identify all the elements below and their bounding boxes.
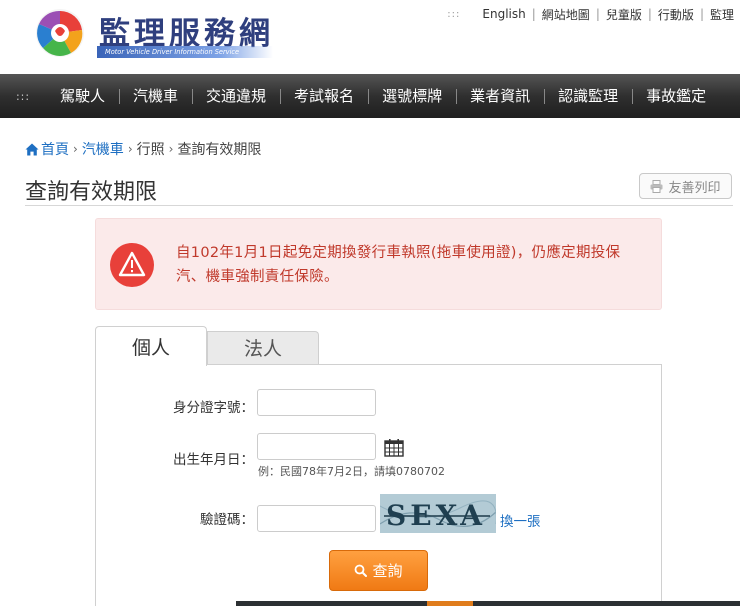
toplink-english[interactable]: English xyxy=(476,7,531,21)
top-links: ::: English | 網站地圖 | 兒童版 | 行動版 | 監理 xyxy=(447,6,740,22)
breadcrumb-separator: › xyxy=(168,142,174,156)
breadcrumb-vehicle[interactable]: 汽機車 xyxy=(82,139,124,159)
print-button-label: 友善列印 xyxy=(668,180,721,196)
toplink-sitemap[interactable]: 網站地圖 xyxy=(536,6,596,23)
nav-item-about[interactable]: 認識監理 xyxy=(544,74,632,118)
nav-item-vehicle[interactable]: 汽機車 xyxy=(119,74,192,118)
print-button[interactable]: 友善列印 xyxy=(639,173,732,199)
nav-item-violation[interactable]: 交通違規 xyxy=(192,74,280,118)
footer-accent xyxy=(427,601,473,606)
breadcrumb-home[interactable]: 首頁 xyxy=(41,139,69,159)
toplink-mobile[interactable]: 行動版 xyxy=(652,6,700,23)
printer-icon xyxy=(650,179,663,193)
toplink-kids[interactable]: 兒童版 xyxy=(600,6,648,23)
breadcrumb-separator: › xyxy=(73,142,78,156)
id-number-input[interactable] xyxy=(257,389,376,416)
main-nav: ::: 駕駛人 汽機車 交通違規 考試報名 選號標牌 業者資訊 認識監理 事故鑑… xyxy=(0,74,740,118)
tab-individual[interactable]: 個人 xyxy=(95,326,207,366)
logo-mark-icon xyxy=(36,9,84,57)
birth-date-label: 出生年月日： xyxy=(173,452,254,468)
captcha-image: SEXA xyxy=(380,494,496,533)
alert-text: 自102年1月1日起免定期換發行車執照(拖車使用證)，仍應定期投保汽、機車強制責… xyxy=(176,245,621,285)
captcha-text: SEXA xyxy=(386,499,486,532)
nav-item-business[interactable]: 業者資訊 xyxy=(456,74,544,118)
birth-date-input[interactable] xyxy=(257,433,376,460)
breadcrumb-separator: › xyxy=(127,142,133,156)
breadcrumb-license: 行照 xyxy=(136,142,165,158)
tab-corporate[interactable]: 法人 xyxy=(207,331,319,365)
warning-icon xyxy=(110,243,154,287)
title-divider xyxy=(25,205,733,206)
home-icon xyxy=(25,143,39,155)
footer-bar xyxy=(236,601,740,606)
site-header: 監理服務網 Motor Vehicle Driver Information S… xyxy=(0,0,740,74)
query-button-label: 查詢 xyxy=(372,562,403,580)
breadcrumb-current: 查詢有效期限 xyxy=(177,142,262,158)
toplink-more[interactable]: 監理 xyxy=(704,6,740,23)
logo-subtitle: Motor Vehicle Driver Information Service xyxy=(97,46,273,58)
notice-alert: 自102年1月1日起免定期換發行車執照(拖車使用證)，仍應定期投保汽、機車強制責… xyxy=(95,218,662,310)
accesskey-marker[interactable]: ::: xyxy=(447,9,460,20)
nav-item-accident[interactable]: 事故鑑定 xyxy=(632,74,720,118)
nav-item-plate[interactable]: 選號標牌 xyxy=(368,74,456,118)
query-tabs: 個人 法人 xyxy=(95,326,662,366)
query-button[interactable]: 查詢 xyxy=(329,550,428,591)
nav-item-exam[interactable]: 考試報名 xyxy=(280,74,368,118)
captcha-graphic: SEXA xyxy=(380,494,496,533)
nav-item-driver[interactable]: 駕駛人 xyxy=(46,74,119,118)
site-logo[interactable]: 監理服務網 Motor Vehicle Driver Information S… xyxy=(33,6,273,62)
id-number-label: 身分證字號： xyxy=(173,400,254,416)
captcha-label: 驗證碼： xyxy=(200,512,254,528)
refresh-captcha-link[interactable]: 換一張 xyxy=(500,510,541,530)
birth-date-hint: 例：民國78年7月2日，請填0780702 xyxy=(258,465,445,478)
nav-accesskey-marker[interactable]: ::: xyxy=(0,90,46,103)
calendar-icon[interactable] xyxy=(384,439,404,457)
captcha-input[interactable] xyxy=(257,505,376,532)
search-icon xyxy=(355,564,368,577)
breadcrumb: 首頁 › 汽機車 › 行照 › 查詢有效期限 xyxy=(25,139,261,159)
page-title: 查詢有效期限 xyxy=(25,180,158,205)
